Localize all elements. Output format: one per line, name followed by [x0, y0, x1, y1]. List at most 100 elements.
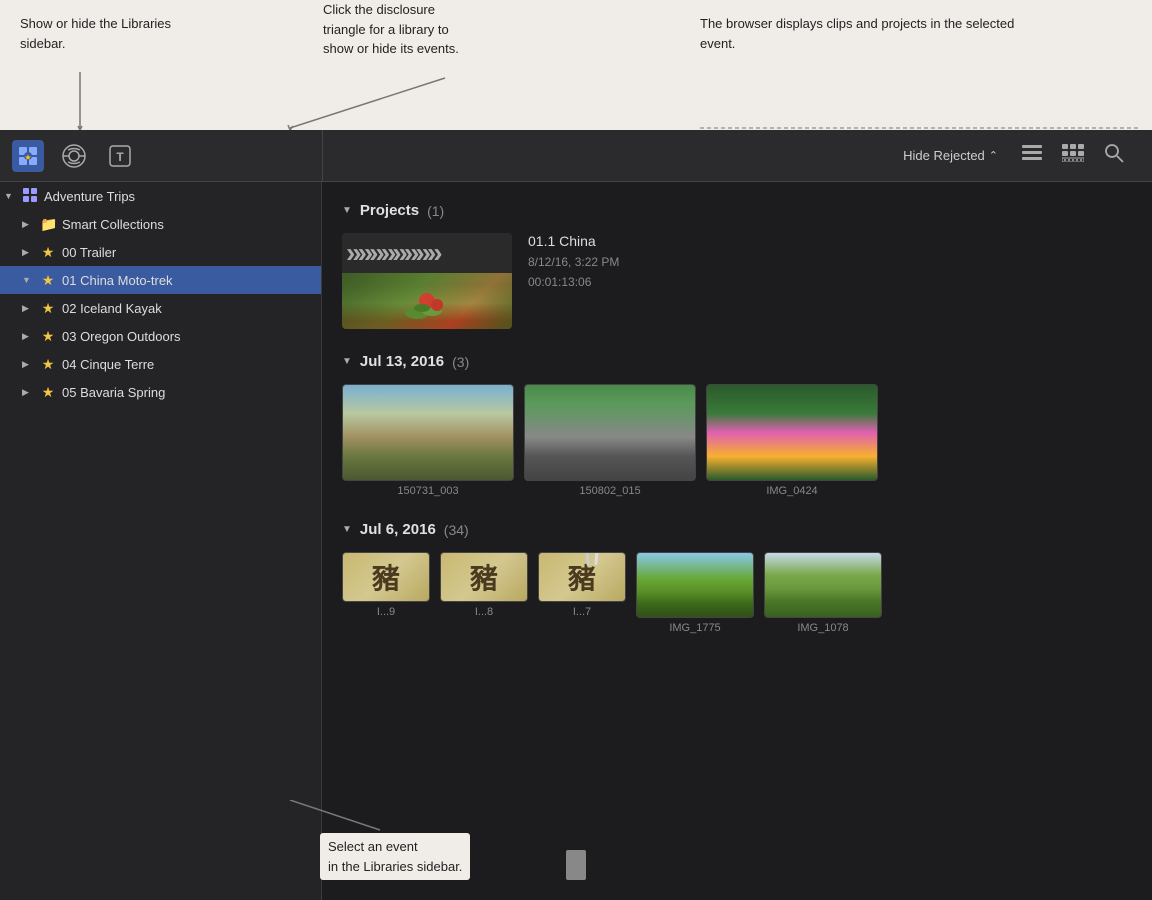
trailer-triangle[interactable]	[22, 247, 34, 258]
projects-title: Projects	[360, 202, 419, 219]
sidebar-item-05-bavaria[interactable]: ★ 05 Bavaria Spring	[0, 378, 321, 406]
clip-item-img0424[interactable]: IMG_0424	[706, 384, 878, 497]
jul6-section: ▼ Jul 6, 2016 (34) 豬 I...9 豬	[342, 521, 1132, 634]
iceland-triangle[interactable]	[22, 303, 34, 314]
left-annotation: Show or hide the Libraries sidebar.	[20, 14, 190, 53]
clip-thumb-img0424	[706, 384, 878, 481]
projects-count: (1)	[427, 203, 444, 219]
library-disclosure-triangle[interactable]	[4, 191, 16, 201]
cinque-label: 04 Cinque Terre	[62, 357, 313, 372]
jul13-section: ▼ Jul 13, 2016 (3) 150731_003	[342, 353, 1132, 497]
search-icon[interactable]	[1100, 139, 1128, 172]
jul13-header: ▼ Jul 13, 2016 (3)	[342, 353, 1132, 370]
project-thumbnail: »»»»»»»»	[342, 233, 512, 329]
clip-label-150731: 150731_003	[397, 485, 458, 497]
cinque-triangle[interactable]	[22, 359, 34, 370]
browser: ▼ Projects (1) »»»»»»»»	[322, 182, 1152, 900]
projects-disclosure[interactable]: ▼	[342, 205, 352, 216]
clip-thumb-i8: 豬	[440, 552, 528, 602]
toolbar-left: ★ T	[12, 140, 334, 172]
project-date: 8/12/16, 3:22 PM	[528, 255, 619, 269]
iceland-label: 02 Iceland Kayak	[62, 301, 313, 316]
smart-collections-triangle[interactable]	[22, 219, 34, 230]
bavaria-label: 05 Bavaria Spring	[62, 385, 313, 400]
china-triangle[interactable]	[22, 275, 34, 285]
oregon-star-icon: ★	[40, 328, 56, 345]
hide-rejected-chevron: ⌃	[989, 149, 998, 162]
clip-item-i7[interactable]: 豬 I...7	[538, 552, 626, 634]
project-name: 01.1 China	[528, 233, 619, 249]
clip-label-img1078: IMG_1078	[797, 622, 848, 634]
sidebar-item-02-iceland[interactable]: ★ 02 Iceland Kayak	[0, 294, 321, 322]
jul13-count: (3)	[452, 354, 469, 370]
sidebar-item-smart-collections[interactable]: 📁 Smart Collections	[0, 210, 321, 238]
trailer-star-icon: ★	[40, 244, 56, 261]
clip-label-150802: 150802_015	[579, 485, 640, 497]
main-content: Adventure Trips 📁 Smart Collections ★ 00…	[0, 182, 1152, 900]
clip-item-i8[interactable]: 豬 I...8	[440, 552, 528, 634]
svg-text:T: T	[116, 150, 124, 164]
clip-thumb-img1078	[764, 552, 882, 618]
sidebar: Adventure Trips 📁 Smart Collections ★ 00…	[0, 182, 322, 900]
toolbar: ★ T	[0, 130, 1152, 182]
cinque-star-icon: ★	[40, 356, 56, 373]
iceland-star-icon: ★	[40, 300, 56, 317]
clip-label-i7: I...7	[573, 606, 591, 618]
trailer-label: 00 Trailer	[62, 245, 313, 260]
center-annotation: Click the disclosuretriangle for a libra…	[323, 0, 459, 59]
bottom-annotation: Select an eventin the Libraries sidebar.	[320, 833, 470, 880]
hide-rejected-label: Hide Rejected	[903, 148, 985, 163]
sidebar-item-03-oregon[interactable]: ★ 03 Oregon Outdoors	[0, 322, 321, 350]
clip-thumb-i7: 豬	[538, 552, 626, 602]
clip-item-i9[interactable]: 豬 I...9	[342, 552, 430, 634]
sidebar-library-root[interactable]: Adventure Trips	[0, 182, 321, 210]
china-label: 01 China Moto-trek	[62, 273, 313, 288]
toolbar-right: Hide Rejected ⌃	[334, 139, 1140, 172]
app-container: ★ T	[0, 130, 1152, 900]
libraries-icon-button[interactable]: ★	[12, 140, 44, 172]
annotation-area: Show or hide the Libraries sidebar. Clic…	[0, 0, 1152, 130]
project-item[interactable]: »»»»»»»»	[342, 233, 1132, 329]
clip-thumb-i9: 豬	[342, 552, 430, 602]
right-annotation: The browser displays clips and projects …	[700, 14, 1040, 53]
clip-label-i8: I...8	[475, 606, 493, 618]
project-duration: 00:01:13:06	[528, 275, 619, 289]
toolbar-divider	[322, 130, 323, 182]
jul6-title: Jul 6, 2016	[360, 521, 436, 538]
oregon-triangle[interactable]	[22, 331, 34, 342]
clip-thumb-img1775	[636, 552, 754, 618]
bavaria-triangle[interactable]	[22, 387, 34, 398]
library-name: Adventure Trips	[44, 189, 313, 204]
jul6-count: (34)	[444, 522, 469, 538]
china-star-icon: ★	[40, 272, 56, 289]
clip-item-img1078[interactable]: IMG_1078	[764, 552, 882, 634]
jul13-clips-grid: 150731_003 150802_015	[342, 384, 1132, 497]
clip-item-150731[interactable]: 150731_003	[342, 384, 514, 497]
smart-collections-label: Smart Collections	[62, 217, 313, 232]
grid-view-icon[interactable]	[1058, 140, 1088, 171]
jul6-disclosure[interactable]: ▼	[342, 524, 352, 535]
library-grid-icon	[22, 188, 38, 205]
clip-thumb-150731	[342, 384, 514, 481]
clip-item-150802[interactable]: 150802_015	[524, 384, 696, 497]
jul13-disclosure[interactable]: ▼	[342, 356, 352, 367]
sidebar-item-04-cinque[interactable]: ★ 04 Cinque Terre	[0, 350, 321, 378]
titles-icon-button[interactable]: T	[104, 140, 136, 172]
hide-rejected-button[interactable]: Hide Rejected ⌃	[895, 144, 1006, 167]
clip-thumb-150802	[524, 384, 696, 481]
sidebar-item-00-trailer[interactable]: ★ 00 Trailer	[0, 238, 321, 266]
jul6-clips-grid: 豬 I...9 豬 I...8 豬	[342, 552, 1132, 634]
jul13-title: Jul 13, 2016	[360, 353, 444, 370]
svg-text:★: ★	[24, 153, 31, 162]
jul6-header: ▼ Jul 6, 2016 (34)	[342, 521, 1132, 538]
projects-section: ▼ Projects (1) »»»»»»»»	[342, 202, 1132, 329]
clip-label-img1775: IMG_1775	[669, 622, 720, 634]
sidebar-item-01-china[interactable]: ★ 01 China Moto-trek	[0, 266, 321, 294]
chevron-pattern: »»»»»»»»	[346, 237, 439, 269]
clip-item-img1775[interactable]: IMG_1775	[636, 552, 754, 634]
music-icon-button[interactable]	[58, 140, 90, 172]
list-view-icon[interactable]	[1018, 141, 1046, 170]
clip-label-i9: I...9	[377, 606, 395, 618]
bavaria-star-icon: ★	[40, 384, 56, 401]
folder-icon: 📁	[40, 216, 56, 233]
